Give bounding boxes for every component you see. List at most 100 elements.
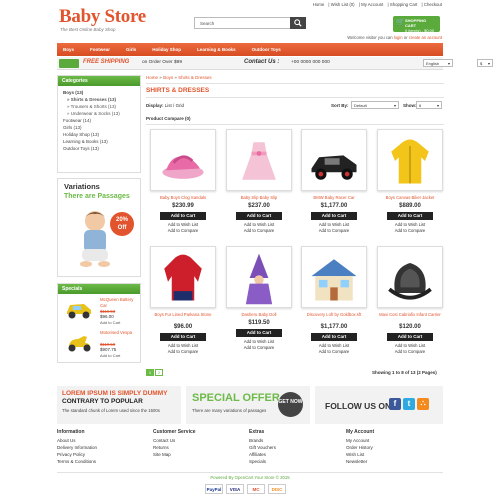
display-grid-link[interactable]: Grid — [176, 103, 185, 108]
currency-select[interactable]: $ ▾ — [477, 59, 493, 67]
add-to-wishlist-link[interactable]: Add to Wish List — [150, 222, 216, 227]
special-name[interactable]: Motorised Vespa — [100, 330, 132, 336]
add-to-compare-link[interactable]: Add to Compare — [150, 228, 216, 233]
sort-select[interactable]: Default ▾ — [351, 101, 399, 109]
footer-link[interactable]: Gift Vouchers — [249, 444, 276, 451]
category-item[interactable]: » Shirts & Dresses (13) — [63, 96, 135, 103]
add-to-cart-button[interactable]: Add to Cart — [160, 212, 206, 220]
footer-link[interactable]: Wish List — [346, 451, 374, 458]
product-image[interactable] — [301, 129, 367, 191]
add-to-cart-button[interactable]: Add to Cart — [236, 329, 282, 337]
footer-link[interactable]: Terms & Conditions — [57, 458, 97, 465]
nav-item-outdoor[interactable]: Outdoor Toys — [252, 47, 281, 52]
product-image[interactable] — [377, 246, 443, 308]
top-link-checkout[interactable]: | Checkout — [422, 2, 442, 7]
special-add-to-cart[interactable]: Add to Cart — [100, 353, 120, 358]
footer-link[interactable]: Site Map — [153, 451, 196, 458]
nav-item-boys[interactable]: Boys — [63, 47, 74, 52]
category-item[interactable]: Girls (13) — [63, 124, 135, 131]
breadcrumb-current[interactable]: Shirts & Dresses — [178, 75, 212, 80]
add-to-compare-link[interactable]: Add to Compare — [226, 345, 292, 350]
nav-item-girls[interactable]: Girls — [126, 47, 136, 52]
product-name[interactable]: BMW Baby Racer Car — [301, 195, 367, 200]
product-image[interactable] — [150, 129, 216, 191]
category-item[interactable]: Outdoor Toys (13) — [63, 145, 135, 152]
add-to-compare-link[interactable]: Add to Compare — [301, 228, 367, 233]
footer-link[interactable]: Contact Us — [153, 437, 196, 444]
breadcrumb-boys[interactable]: Boys — [163, 75, 173, 80]
add-to-wishlist-link[interactable]: Add to Wish List — [226, 339, 292, 344]
facebook-icon[interactable]: f — [389, 398, 401, 410]
category-item[interactable]: Holiday Shop (13) — [63, 131, 135, 138]
product-card[interactable]: Boys Canvas Biker Jacket $889.00 Add to Ca… — [377, 129, 443, 244]
footer-link[interactable]: My Account — [346, 437, 374, 444]
add-to-wishlist-link[interactable]: Add to Wish List — [377, 222, 443, 227]
product-card[interactable]: Dasheru Baby Doll $119.50 Add to Cart Add t… — [226, 246, 292, 361]
breadcrumb-home[interactable]: Home — [146, 75, 158, 80]
product-name[interactable]: Boys Canvas Biker Jacket — [377, 195, 443, 200]
add-to-wishlist-link[interactable]: Add to Wish List — [301, 222, 367, 227]
rss-icon[interactable]: ∴ — [417, 398, 429, 410]
search-input[interactable]: Search — [194, 17, 306, 29]
footer-link[interactable]: Newsletter — [346, 458, 374, 465]
top-link-home[interactable]: Home — [313, 2, 324, 7]
nav-item-footwear[interactable]: Footwear — [90, 47, 110, 52]
product-card[interactable]: Baby Boys Clog Sandals $230.99 Add to Cart… — [150, 129, 216, 244]
add-to-wishlist-link[interactable]: Add to Wish List — [301, 343, 367, 348]
product-name[interactable]: Baby Slip Baby Slip — [226, 195, 292, 200]
footer-link[interactable]: Returns — [153, 444, 196, 451]
add-to-cart-button[interactable]: Add to Cart — [387, 333, 433, 341]
page-2[interactable]: 2 — [155, 369, 163, 376]
add-to-compare-link[interactable]: Add to Compare — [150, 349, 216, 354]
add-to-cart-button[interactable]: Add to Cart — [311, 333, 357, 341]
special-item[interactable]: McQueen Battery Car $119.50 $96.00 Add t… — [62, 297, 138, 329]
variations-banner[interactable]: Variations There are Passages 20% Off — [57, 178, 141, 277]
product-image[interactable] — [377, 129, 443, 191]
add-to-wishlist-link[interactable]: Add to Wish List — [150, 343, 216, 348]
category-item[interactable]: » Underwear & Socks (13) — [63, 110, 135, 117]
product-card[interactable]: BMW Baby Racer Car $1,177.00 Add to Cart Ad… — [301, 129, 367, 244]
twitter-icon[interactable]: t — [403, 398, 415, 410]
product-image[interactable] — [150, 246, 216, 308]
top-link-account[interactable]: | My Account — [359, 2, 384, 7]
footer-link[interactable]: Brands — [249, 437, 276, 444]
special-offer-promo[interactable]: SPECIAL OFFER There are many variations … — [186, 386, 310, 424]
footer-link[interactable]: Specials — [249, 458, 276, 465]
category-item[interactable]: » Trousers & Shorts (13) — [63, 103, 135, 110]
page-1[interactable]: 1 — [146, 369, 154, 376]
product-name[interactable]: Discovery Loft by Goldbox.sft — [301, 312, 367, 317]
add-to-compare-link[interactable]: Add to Compare — [377, 228, 443, 233]
show-select[interactable]: 6 ▾ — [416, 101, 442, 109]
lorem-promo[interactable]: LOREM IPSUM IS SIMPLY DUMMY CONTRARY TO … — [57, 386, 181, 424]
product-card[interactable]: Boys Fur Lined Parkana Stone $96.00 Add to… — [150, 246, 216, 361]
add-to-cart-button[interactable]: Add to Cart — [236, 212, 282, 220]
category-item[interactable]: Learning & Books (13) — [63, 138, 135, 145]
product-card[interactable]: Maxi Cosi Cabriofix Infant Carrier $120.0… — [377, 246, 443, 361]
get-now-button[interactable]: GET NOW — [278, 392, 303, 417]
top-link-cart[interactable]: | Shopping Cart — [388, 2, 418, 7]
store-logo-title[interactable]: Baby Store — [59, 6, 146, 28]
search-button[interactable] — [290, 17, 306, 29]
language-select[interactable]: English ▾ — [423, 59, 453, 67]
special-add-to-cart[interactable]: Add to Cart — [100, 320, 120, 325]
footer-link[interactable]: Affiliates — [249, 451, 276, 458]
add-to-wishlist-link[interactable]: Add to Wish List — [226, 222, 292, 227]
product-image[interactable] — [226, 246, 292, 308]
footer-link[interactable]: Privacy Policy — [57, 451, 97, 458]
footer-link[interactable]: Delivery Information — [57, 444, 97, 451]
add-to-cart-button[interactable]: Add to Cart — [387, 212, 433, 220]
nav-item-learning[interactable]: Learning & Books — [197, 47, 236, 52]
product-card[interactable]: Discovery Loft by Goldbox.sft $1,177.00 Ad… — [301, 246, 367, 361]
product-name[interactable]: Dasheru Baby Doll — [226, 312, 292, 317]
add-to-wishlist-link[interactable]: Add to Wish List — [377, 343, 443, 348]
category-item[interactable]: Boys (13) — [63, 89, 135, 96]
add-to-cart-button[interactable]: Add to Cart — [160, 333, 206, 341]
add-to-cart-button[interactable]: Add to Cart — [311, 212, 357, 220]
shopping-cart-button[interactable]: 🛒 SHOPPING CART 0 item(s) - $0.00 — [393, 16, 440, 33]
add-to-compare-link[interactable]: Add to Compare — [377, 349, 443, 354]
product-name[interactable]: Baby Boys Clog Sandals — [150, 195, 216, 200]
footer-link[interactable]: Order History — [346, 444, 374, 451]
product-card[interactable]: Baby Slip Baby Slip $237.00 Add to Cart Add… — [226, 129, 292, 244]
login-link[interactable]: login — [394, 35, 403, 40]
special-name[interactable]: McQueen Battery Car — [100, 297, 138, 308]
